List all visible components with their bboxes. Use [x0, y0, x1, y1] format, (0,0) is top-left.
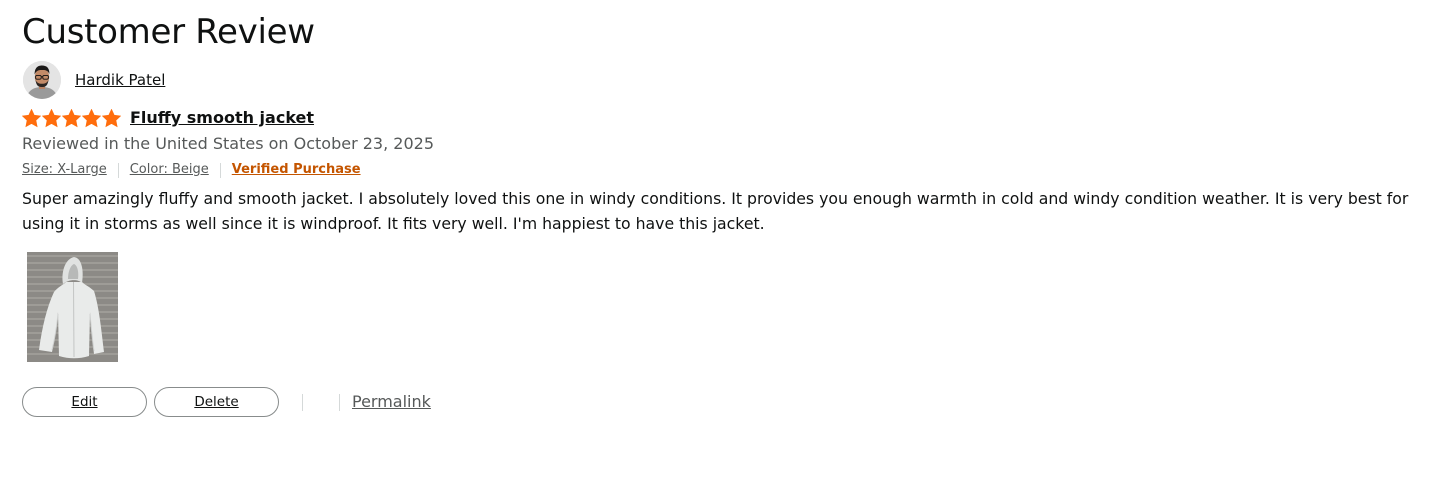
verified-purchase-badge[interactable]: Verified Purchase	[232, 160, 361, 180]
star-rating[interactable]	[22, 108, 121, 128]
permalink-link[interactable]: Permalink	[352, 391, 431, 413]
size-option[interactable]: Size: X-Large	[22, 160, 107, 180]
page-title: Customer Review	[22, 12, 315, 52]
customer-review-page: Customer Review Hardik Patel Fluffy smoo…	[0, 0, 1439, 490]
edit-button[interactable]: Edit	[22, 387, 147, 417]
star-icon	[62, 108, 81, 127]
review-date: Reviewed in the United States on October…	[22, 134, 434, 153]
star-icon	[22, 108, 41, 127]
review-image-thumbnail[interactable]	[27, 252, 118, 362]
divider	[302, 393, 303, 411]
review-actions: Edit Delete Permalink	[22, 387, 431, 417]
reviewer-name[interactable]: Hardik Patel	[75, 70, 165, 90]
divider	[219, 162, 221, 178]
reviewer-profile[interactable]: Hardik Patel	[23, 61, 165, 99]
jacket-photo-icon	[27, 252, 118, 362]
delete-button[interactable]: Delete	[154, 387, 279, 417]
format-strip: Size: X-Large Color: Beige Verified Purc…	[22, 160, 361, 180]
review-body: Super amazingly fluffy and smooth jacket…	[22, 189, 1409, 233]
star-icon	[102, 108, 121, 127]
review-title[interactable]: Fluffy smooth jacket	[130, 107, 314, 129]
divider	[117, 162, 119, 178]
divider	[339, 393, 340, 411]
star-icon	[82, 108, 101, 127]
person-photo-icon	[23, 61, 61, 99]
star-icon	[42, 108, 61, 127]
color-option[interactable]: Color: Beige	[130, 160, 209, 180]
avatar[interactable]	[23, 61, 61, 99]
rating-row: Fluffy smooth jacket	[22, 106, 314, 130]
